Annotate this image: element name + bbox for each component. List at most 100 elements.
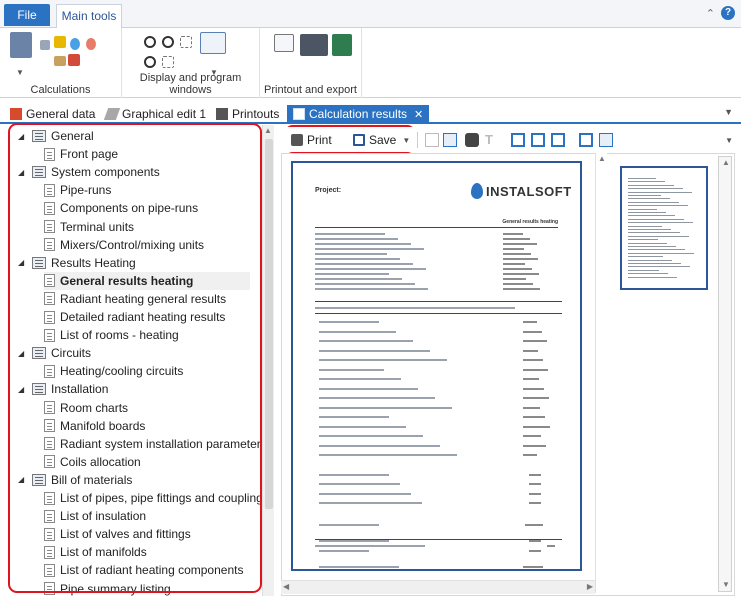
calculations-group: ▼ Calculations — [0, 28, 122, 98]
tree-scroll-thumb[interactable] — [265, 139, 273, 509]
general-data-icon — [10, 108, 22, 120]
preview-vertical-scrollbar[interactable]: ▲ — [595, 153, 607, 593]
printout-group-label: Printout and export — [264, 84, 357, 96]
placeholder-text-line — [628, 195, 661, 196]
tree-scrollbar[interactable]: ▲ — [262, 125, 274, 596]
zoom-extent-icon[interactable] — [162, 56, 174, 68]
placeholder-text-line — [523, 330, 542, 333]
placeholder-text-line — [523, 444, 546, 447]
thumbnail-page[interactable] — [620, 166, 708, 290]
placeholder-text-line — [628, 232, 680, 234]
zoom-out-icon[interactable] — [162, 36, 174, 48]
tab-printouts[interactable]: Printouts — [216, 105, 279, 123]
scroll-down-icon[interactable]: ▼ — [722, 580, 730, 589]
thumbnail-scrollbar[interactable]: ▲ ▼ — [718, 156, 732, 592]
rule — [315, 227, 558, 228]
placeholder-text-line — [319, 425, 406, 428]
chevron-down-icon[interactable]: ▼ — [16, 68, 24, 77]
tab-label: General data — [26, 107, 96, 121]
dwg-export-icon[interactable] — [332, 34, 352, 56]
placeholder-text-line — [319, 565, 399, 568]
preview-horizontal-scrollbar[interactable]: ◀ ▶ — [281, 580, 595, 594]
scroll-right-icon[interactable]: ▶ — [587, 582, 593, 591]
outline-icon[interactable] — [599, 133, 613, 147]
placeholder-text-line — [523, 321, 537, 323]
placeholder-text-line — [525, 523, 543, 526]
save-icon — [353, 134, 365, 146]
placeholder-text-line — [628, 252, 694, 254]
page-setup-icon[interactable] — [443, 133, 457, 147]
materials-icon[interactable] — [54, 56, 66, 66]
placeholder-text-line — [319, 549, 369, 552]
placeholder-text-line — [319, 368, 384, 371]
scroll-up-icon[interactable]: ▲ — [264, 126, 272, 135]
placeholder-text-line — [547, 545, 555, 547]
page-width-icon[interactable] — [531, 133, 545, 147]
placeholder-text-line — [319, 349, 430, 352]
tab-graphical-edit[interactable]: Graphical edit 1 — [103, 105, 206, 123]
copy-icon[interactable] — [425, 133, 439, 147]
tab-calculation-results[interactable]: Calculation results ✕ — [287, 105, 430, 123]
tab-label: Printouts — [232, 107, 280, 121]
placeholder-text-line — [503, 278, 526, 280]
calculator-icon[interactable] — [10, 32, 32, 58]
placeholder-text-line — [628, 205, 688, 207]
file-tab[interactable]: File — [4, 4, 50, 26]
placeholder-text-line — [628, 215, 675, 217]
placeholder-text-line — [628, 198, 670, 200]
placeholder-text-line — [523, 368, 548, 371]
heating-icon[interactable] — [54, 36, 66, 48]
drop-red-icon[interactable] — [86, 38, 96, 50]
placeholder-text-line — [315, 307, 515, 309]
collapse-ribbon-icon[interactable]: ⌃ — [706, 7, 715, 20]
placeholder-text-line — [523, 435, 541, 437]
water-drop-icon[interactable] — [70, 38, 80, 50]
placeholder-text-line — [319, 387, 418, 390]
placeholder-text-line — [315, 301, 562, 302]
main-tools-tab[interactable]: Main tools — [56, 4, 122, 29]
placeholder-text-line — [529, 473, 541, 476]
scroll-up-icon[interactable]: ▲ — [722, 158, 730, 167]
text-icon[interactable]: T — [485, 133, 499, 147]
placeholder-text-line — [319, 416, 389, 418]
close-icon[interactable]: ✕ — [414, 108, 423, 121]
placeholder-text-line — [315, 233, 385, 235]
placeholder-text-line — [628, 239, 658, 241]
preview-toolbar: Print Save ▼ T ▼ — [281, 127, 735, 152]
chevron-down-icon[interactable]: ▼ — [724, 107, 733, 117]
chevron-down-icon[interactable]: ▼ — [725, 136, 733, 145]
scroll-up-icon[interactable]: ▲ — [598, 154, 606, 163]
tab-general-data[interactable]: General data — [10, 105, 95, 123]
placeholder-text-line — [315, 273, 389, 275]
zoom-all-icon[interactable] — [144, 56, 156, 68]
chevron-down-icon[interactable]: ▼ — [402, 136, 410, 145]
whole-page-icon[interactable] — [551, 133, 565, 147]
scroll-left-icon[interactable]: ◀ — [283, 582, 289, 591]
placeholder-text-line — [523, 359, 543, 361]
heat-loss-icon[interactable] — [40, 40, 50, 50]
windows-icon[interactable] — [200, 32, 226, 54]
placeholder-text-line — [628, 259, 672, 261]
pencil-icon — [103, 108, 121, 120]
report-icon[interactable] — [274, 34, 294, 52]
thumbnails-icon[interactable] — [579, 133, 593, 147]
print-button[interactable]: Print — [291, 130, 332, 150]
help-icon[interactable]: ? — [721, 6, 735, 20]
zoom-window-icon[interactable] — [180, 36, 192, 48]
zoom-in-icon[interactable] — [144, 36, 156, 48]
printer-icon[interactable] — [300, 34, 328, 56]
placeholder-text-line — [628, 269, 659, 271]
save-button[interactable]: Save ▼ — [353, 130, 410, 150]
single-page-icon[interactable] — [511, 133, 525, 147]
placeholder-text-line — [503, 233, 523, 235]
placeholder-text-line — [503, 238, 530, 240]
placeholder-text-line — [503, 268, 532, 270]
placeholder-text-line — [628, 225, 662, 227]
placeholder-text-line — [315, 263, 413, 265]
placeholder-text-line — [628, 201, 679, 203]
find-icon[interactable] — [465, 133, 479, 147]
placeholder-text-line — [315, 288, 428, 290]
placeholder-text-line — [523, 406, 540, 409]
separator — [417, 132, 418, 148]
bill-icon[interactable] — [68, 54, 80, 66]
